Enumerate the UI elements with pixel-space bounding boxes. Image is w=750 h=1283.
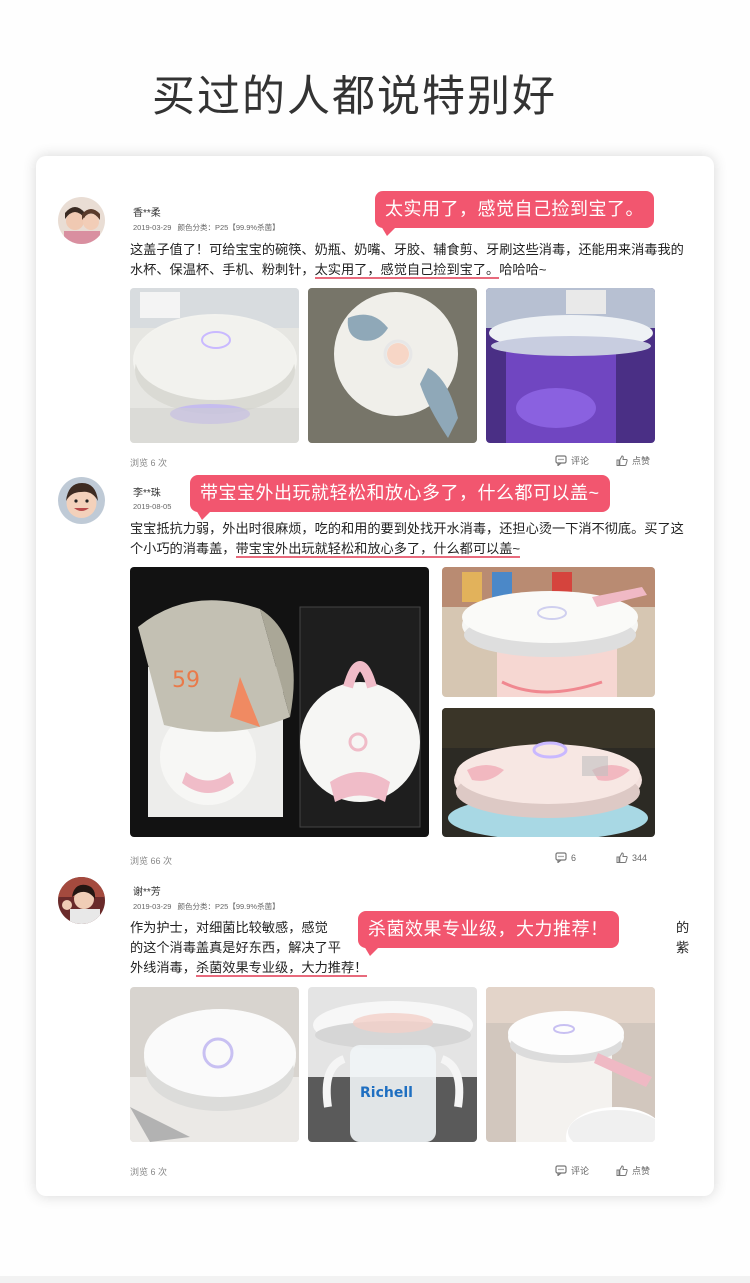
review-photo[interactable] <box>486 987 655 1142</box>
review-text: 宝宝抵抗力弱，外出时很麻烦，吃的和用的要到处找开水消毒，还担心烫一下消不彻底。买… <box>130 521 684 558</box>
review-photo[interactable] <box>130 987 299 1142</box>
reviews-card: 香**柔 2019-03-29 颜色分类：P25【99.9%杀菌】 这盖子值了！… <box>36 156 714 1196</box>
highlighted-quote: 带宝宝外出玩就轻松和放心多了，什么都可以盖~ <box>235 541 521 558</box>
review-date: 2019-03-29 <box>133 223 172 232</box>
user-name: 香**柔 <box>133 208 161 219</box>
review-variant: 颜色分类：P25【99.9%杀菌】 <box>177 902 280 911</box>
like-label: 点赞 <box>632 456 651 466</box>
review-photo[interactable] <box>442 708 655 837</box>
review-photo[interactable] <box>442 567 655 697</box>
like-count: 344 <box>632 852 648 863</box>
view-count: 浏览 66 次 <box>130 856 173 866</box>
footer-divider <box>0 1276 750 1283</box>
highlighted-quote: 太实用了，感觉自己捡到宝了。 <box>314 262 500 279</box>
review-meta: 2019-03-29 颜色分类：P25【99.9%杀菌】 <box>133 901 284 912</box>
view-count: 浏览 6 次 <box>130 458 168 468</box>
review-text-right: 紫 <box>676 940 690 955</box>
comment-button[interactable]: 评论 <box>555 454 589 467</box>
comment-icon <box>555 1165 567 1176</box>
avatar[interactable] <box>58 877 105 924</box>
like-button[interactable]: 344 <box>616 852 647 863</box>
review-photo[interactable] <box>486 288 655 443</box>
user-name: 李**珠 <box>133 488 161 499</box>
comment-button[interactable]: 6 <box>555 852 576 863</box>
comment-icon <box>555 455 567 466</box>
comment-label: 评论 <box>571 456 590 466</box>
view-count: 浏览 6 次 <box>130 1167 168 1177</box>
comment-label: 评论 <box>571 1166 590 1176</box>
thumbs-up-icon <box>616 852 628 863</box>
review-text: 这盖子值了！可给宝宝的碗筷、奶瓶、奶嘴、牙胶、辅食剪、牙刷这些消毒，还能用来消毒… <box>130 242 684 279</box>
like-button[interactable]: 点赞 <box>616 1164 650 1177</box>
review-variant: 颜色分类：P25【99.9%杀菌】 <box>177 223 280 232</box>
highlight-bubble: 杀菌效果专业级，大力推荐！ <box>358 911 619 956</box>
like-label: 点赞 <box>632 1166 651 1176</box>
svg-text:Richell: Richell <box>360 1085 413 1101</box>
svg-text:59: 59 <box>172 668 200 693</box>
comment-button[interactable]: 评论 <box>555 1164 589 1177</box>
user-name: 谢**芳 <box>133 887 161 898</box>
highlight-bubble: 太实用了，感觉自己捡到宝了。 <box>375 191 654 236</box>
highlight-bubble: 带宝宝外出玩就轻松和放心多了，什么都可以盖~ <box>190 475 610 520</box>
thumbs-up-icon <box>616 1165 628 1176</box>
review-photo[interactable]: Richell <box>308 987 477 1142</box>
review-date: 2019-08-05 <box>133 502 172 511</box>
avatar[interactable] <box>58 197 105 244</box>
review-meta: 2019-03-29 颜色分类：P25【99.9%杀菌】 <box>133 222 284 233</box>
comment-icon <box>555 852 567 863</box>
thumbs-up-icon <box>616 455 628 466</box>
comment-count: 6 <box>571 852 577 863</box>
page-title: 买过的人都说特别好 <box>152 73 557 121</box>
avatar[interactable] <box>58 477 105 524</box>
review-photo[interactable]: 59 <box>130 567 429 837</box>
review-photo[interactable] <box>308 288 477 443</box>
review-photo[interactable] <box>130 288 299 443</box>
review-date: 2019-03-29 <box>133 902 172 911</box>
review-meta: 2019-08-05 <box>133 502 179 511</box>
highlighted-quote: 杀菌效果专业级，大力推荐！ <box>195 960 368 977</box>
like-button[interactable]: 点赞 <box>616 454 650 467</box>
